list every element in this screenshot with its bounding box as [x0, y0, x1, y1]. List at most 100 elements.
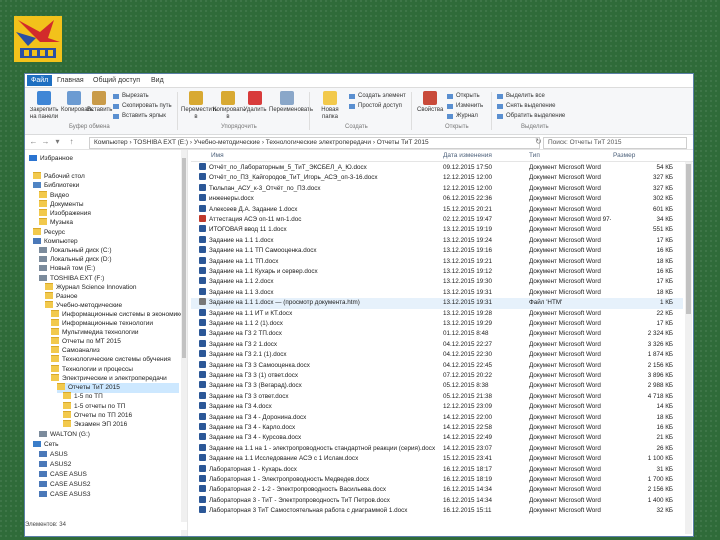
- up-button[interactable]: ↑: [67, 137, 76, 147]
- file-name-text: Задание на 1.1 1.docx — (просмотр докуме…: [209, 299, 360, 307]
- institution-logo: [14, 16, 62, 62]
- file-type: Документ Microsoft Word: [529, 444, 601, 452]
- tab-view[interactable]: Вид: [147, 75, 168, 86]
- select-all-button[interactable]: Выделить все: [497, 93, 545, 100]
- nav-item[interactable]: CASE ASUS2: [39, 480, 179, 490]
- nav-item[interactable]: CASE ASUS3: [39, 490, 179, 500]
- invert-selection-button[interactable]: Обратить выделение: [497, 113, 565, 120]
- file-row[interactable]: Задание на ГЗ 3 ответ.docx 05.12.2015 21:…: [191, 391, 683, 402]
- nav-item[interactable]: Музыка: [39, 218, 179, 228]
- file-row[interactable]: ИТОГОВАЯ ввод 11 1.docx 13.12.2015 19:19 Д…: [191, 225, 683, 235]
- file-row[interactable]: Отчёт_по_ПЗ_Кайгородов_ТиТ_Игорь_АСЭ_оп-…: [191, 173, 683, 183]
- file-row[interactable]: Задание на 1.1 ТП Самооценка.docx 13.12.2…: [191, 246, 683, 256]
- file-row[interactable]: Лабораторная 3 - ТиТ - Электропроводност…: [191, 495, 683, 506]
- nav-item[interactable]: Избранное: [29, 154, 179, 164]
- nav-item[interactable]: Технологические системы обучения: [51, 355, 179, 365]
- nav-scroll-thumb[interactable]: [182, 158, 186, 358]
- file-row[interactable]: Задание на 1.1 1.docx — (просмотр докуме…: [191, 298, 683, 309]
- column-header-type[interactable]: Тип: [529, 150, 540, 161]
- tab-home[interactable]: Главная: [53, 75, 88, 86]
- file-row[interactable]: Задание на ГЗ 4 - Карло.docx 14.12.2015 2…: [191, 423, 683, 433]
- nav-item-label: Информационные технологии: [62, 320, 153, 327]
- nav-item[interactable]: Библиотеки: [33, 181, 179, 191]
- nav-item[interactable]: ASUS2: [39, 460, 179, 470]
- file-row[interactable]: Задание на 1.1 1.docx 13.12.2015 19:24 Док…: [191, 235, 683, 246]
- column-header-size[interactable]: Размер: [613, 150, 635, 161]
- tab-file[interactable]: Файл: [27, 75, 53, 86]
- recent-locations-button[interactable]: ▾: [53, 137, 62, 147]
- nav-item[interactable]: Экзамен ЭП 2016: [63, 420, 179, 430]
- copy-button[interactable]: Копировать: [61, 91, 93, 114]
- nav-item-label: Технологические системы обучения: [62, 356, 171, 363]
- paste-shortcut-button[interactable]: Вставить ярлык: [113, 113, 166, 120]
- file-row[interactable]: Задание на 1.1 Кухарь и сервер.docx 13.12…: [191, 267, 683, 277]
- new-item-button[interactable]: Создать элемент: [349, 93, 406, 100]
- file-row[interactable]: Лабораторная 2 - 1-2 - Электропроводност…: [191, 485, 683, 495]
- file-row[interactable]: Аттестация АСЭ оп-11 мп-1.doc 02.12.2015 …: [191, 215, 683, 225]
- file-size: 302 КБ: [652, 195, 673, 203]
- copy-to-button[interactable]: Копировать в: [213, 91, 245, 121]
- file-row[interactable]: Задание на ГЗ 3 (1) ответ.docx 07.12.2015…: [191, 371, 683, 381]
- file-size: 3 326 КБ: [647, 340, 673, 348]
- delete-button[interactable]: Удалить: [243, 91, 267, 114]
- edit-button[interactable]: Изменить: [447, 103, 483, 110]
- file-name: Задание на ГЗ 2 1.docx: [199, 339, 439, 350]
- nav-item[interactable]: Новый том (E:): [39, 264, 179, 274]
- forward-button[interactable]: →: [41, 137, 50, 147]
- column-header-name[interactable]: Имя: [211, 150, 224, 161]
- file-row[interactable]: инженеры.docx 06.12.2015 22:36 Документ Mi…: [191, 194, 683, 204]
- file-row[interactable]: Задание на ГЗ 2 1.docx 04.12.2015 22:27 До…: [191, 339, 683, 350]
- refresh-button[interactable]: ↻: [534, 137, 543, 147]
- file-row[interactable]: Тюльпан_АСУ_к-3_Отчёт_по_ПЗ.docx 12.12.20…: [191, 183, 683, 194]
- select-none-button[interactable]: Снять выделение: [497, 103, 555, 110]
- file-row[interactable]: Задание на 1.1 3.docx 13.12.2015 19:31 Док…: [191, 287, 683, 298]
- move-to-button[interactable]: Переместить в: [181, 91, 218, 121]
- copy-path-button[interactable]: Скопировать путь: [113, 103, 172, 110]
- file-type: Документ Microsoft Word: [529, 330, 601, 338]
- ribbon-tabs: Файл Главная Общий доступ Вид: [25, 74, 693, 88]
- file-row[interactable]: Задание на ГЗ 4.docx 12.12.2015 23:09 Доку…: [191, 402, 683, 412]
- file-row[interactable]: Лабораторная 1 - Кухарь.docx 16.12.2015 1…: [191, 464, 683, 475]
- file-row[interactable]: Задание на 1.1 Исследование АСЭ с 1 Исла…: [191, 454, 683, 464]
- file-type: Документ Microsoft Word: [529, 476, 601, 483]
- nav-item[interactable]: ASUS: [39, 450, 179, 460]
- file-row[interactable]: Задание на ГЗ 2.1 (1).docx 04.12.2015 22:…: [191, 350, 683, 360]
- search-input[interactable]: Поиск: Отчеты ТиТ 2015: [543, 137, 687, 149]
- address-input[interactable]: Компьютер › TOSHIBA EXT (E:) › Учебно-ме…: [89, 137, 540, 149]
- group-select-label: Выделить: [521, 124, 549, 130]
- nav-item[interactable]: Сеть: [33, 440, 179, 450]
- file-row[interactable]: Лабораторная 3 ТиТ Самостоятельная работ…: [191, 506, 683, 516]
- file-row[interactable]: Задание на ГЗ 3 (Вегарад).docx 05.12.2015…: [191, 381, 683, 391]
- file-row[interactable]: Задание на ГЗ 2 ТП.docx 01.12.2015 8:48 До…: [191, 329, 683, 339]
- new-folder-button[interactable]: Новая папка: [315, 91, 345, 121]
- file-row[interactable]: Задание на 1.1 2.docx 13.12.2015 19:30 Док…: [191, 277, 683, 287]
- history-button[interactable]: Журнал: [447, 113, 478, 120]
- open-button[interactable]: Открыть: [447, 93, 480, 100]
- pin-quick-access-button[interactable]: Закрепить на панели быстрого доступа: [29, 91, 59, 121]
- word-document-icon: [199, 371, 206, 378]
- file-row[interactable]: Задание на 1.1 на 1 - электропроводность…: [191, 443, 683, 454]
- file-row[interactable]: Задание на 1.1 2 (1).docx 13.12.2015 19:2…: [191, 319, 683, 329]
- easy-access-button[interactable]: Простой доступ: [349, 103, 402, 110]
- nav-item[interactable]: CASE ASUS: [39, 470, 179, 480]
- file-row[interactable]: Задание на ГЗ 3 Самооценка.docx 04.12.201…: [191, 360, 683, 371]
- word-document-icon: [199, 204, 206, 212]
- back-button[interactable]: ←: [29, 137, 38, 147]
- nav-item[interactable]: 1-5 по ТП: [63, 392, 179, 402]
- file-row[interactable]: Отчёт_по_Лабораторным_5_ТиТ_ЭКСБЕЛ_А_Ю.d…: [191, 163, 683, 173]
- rename-button[interactable]: Переименовать: [269, 91, 313, 114]
- file-row[interactable]: Задание на ГЗ 4 - Курсова.docx 14.12.2015…: [191, 433, 683, 443]
- file-row[interactable]: Лабораторная 1 - Электропроводность Медв…: [191, 475, 683, 485]
- file-row[interactable]: Задание на 1.1 ТП.docx 13.12.2015 19:21 До…: [191, 256, 683, 267]
- properties-button[interactable]: Свойства: [417, 91, 443, 114]
- column-header-date[interactable]: Дата изменения: [443, 150, 492, 161]
- cut-button[interactable]: Вырезать: [113, 93, 149, 100]
- tab-share[interactable]: Общий доступ: [89, 75, 144, 86]
- file-row[interactable]: Задание на ГЗ 4 - Доронина.docx 14.12.201…: [191, 412, 683, 423]
- file-row[interactable]: Алексеев Д.А. Задание 1.docx 15.12.2015 2…: [191, 204, 683, 215]
- nav-item[interactable]: WALTON (G:): [39, 430, 179, 440]
- file-row[interactable]: Задание на 1.1 ИТ и КТ.docx 13.12.2015 19…: [191, 308, 683, 319]
- word-document-icon: [199, 246, 206, 254]
- paste-button[interactable]: Вставить: [87, 91, 112, 114]
- file-list-scroll-thumb[interactable]: [686, 164, 691, 314]
